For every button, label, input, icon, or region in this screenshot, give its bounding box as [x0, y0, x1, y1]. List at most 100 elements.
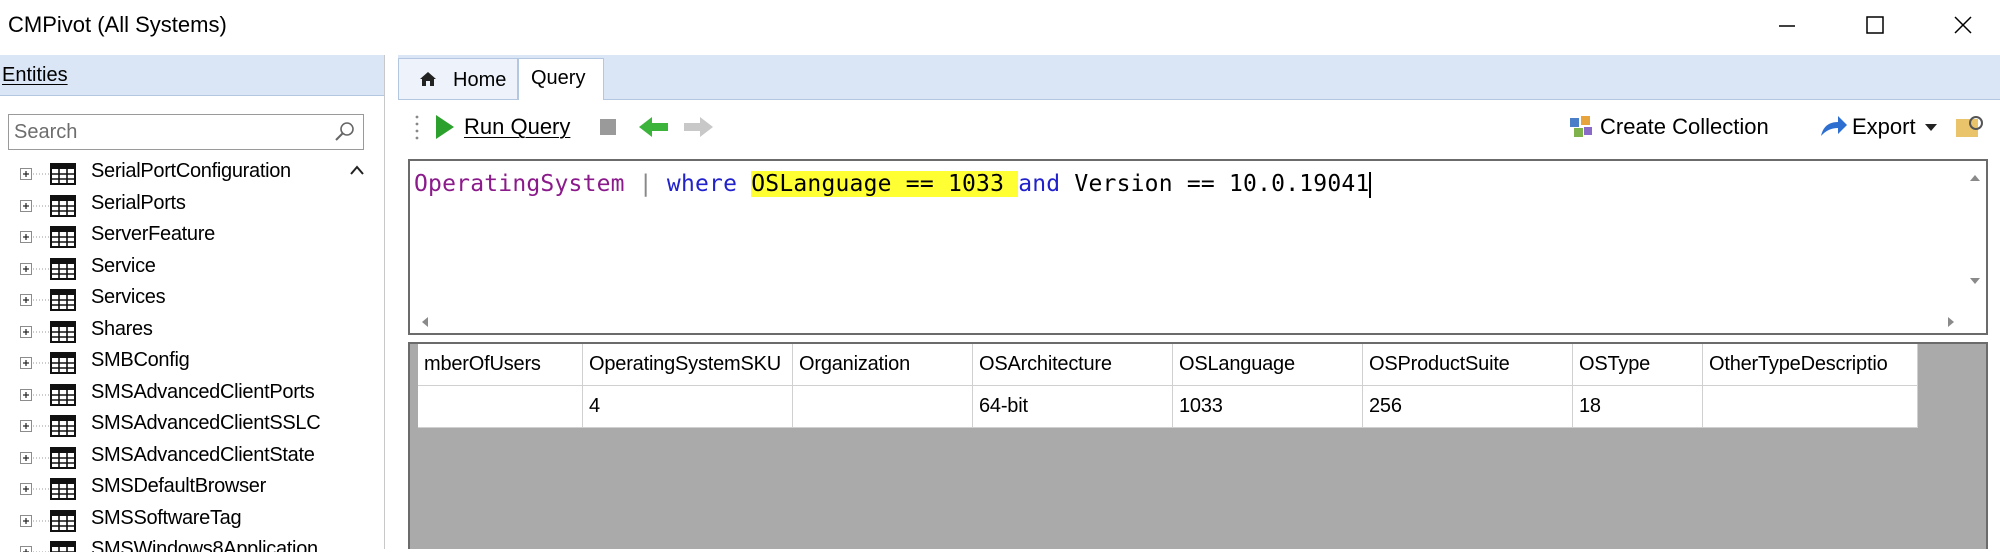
expand-icon[interactable]	[20, 229, 50, 245]
tab-home-label: Home	[453, 69, 506, 92]
grid-cell	[1703, 386, 1918, 428]
column-header[interactable]: OSType	[1573, 344, 1703, 386]
table-icon	[50, 163, 76, 185]
column-header[interactable]: OperatingSystemSKU	[583, 344, 793, 386]
expand-icon[interactable]	[20, 292, 50, 308]
column-header[interactable]: OSProductSuite	[1363, 344, 1573, 386]
scroll-right-arrow-icon[interactable]	[1946, 315, 1956, 329]
column-header[interactable]: mberOfUsers	[418, 344, 583, 386]
expand-icon[interactable]	[20, 450, 50, 466]
table-icon	[50, 226, 76, 248]
tab-home[interactable]: Home	[398, 58, 518, 99]
entities-header: Entities	[0, 55, 384, 96]
tree-item[interactable]: ServerFeature	[0, 221, 340, 252]
query-field-oslanguage: OSLanguage	[751, 171, 891, 197]
scroll-left-arrow-icon[interactable]	[420, 315, 430, 329]
column-header[interactable]: OSArchitecture	[973, 344, 1173, 386]
query-pipe: |	[639, 171, 653, 197]
query-editor[interactable]: OperatingSystem | where OSLanguage == 10…	[408, 159, 1988, 335]
tree-item[interactable]: SMSWindows8Application	[0, 536, 340, 552]
close-button[interactable]	[1928, 4, 1998, 46]
tree-item-label: Service	[91, 255, 156, 278]
table-icon	[50, 447, 76, 469]
home-icon	[419, 71, 437, 87]
tree-item[interactable]: Service	[0, 253, 340, 284]
tree-item[interactable]: SMSAdvancedClientPorts	[0, 379, 340, 410]
scroll-up-arrow-icon[interactable]	[1968, 173, 1982, 183]
expand-icon[interactable]	[20, 166, 50, 182]
search-placeholder: Search	[14, 121, 77, 144]
expand-icon[interactable]	[20, 418, 50, 434]
tab-query[interactable]: Query	[518, 58, 604, 100]
title-bar: CMPivot (All Systems)	[0, 0, 2000, 50]
scroll-down-arrow-icon[interactable]	[1968, 276, 1982, 286]
chevron-down-icon[interactable]	[1924, 122, 1938, 132]
tree-item[interactable]: SMSSoftwareTag	[0, 505, 340, 536]
table-icon	[50, 415, 76, 437]
query-tools-button[interactable]	[1954, 111, 1984, 143]
maximize-button[interactable]	[1840, 4, 1910, 46]
expand-icon[interactable]	[20, 324, 50, 340]
editor-vertical-scrollbar[interactable]	[1964, 161, 1986, 333]
query-and: and	[1018, 171, 1060, 197]
create-collection-button[interactable]: Create Collection	[1568, 111, 1769, 143]
table-icon	[50, 510, 76, 532]
table-icon	[50, 478, 76, 500]
toolbar-grip-icon[interactable]	[414, 113, 420, 141]
expand-icon[interactable]	[20, 513, 50, 529]
entity-search-input[interactable]: Search	[8, 114, 364, 150]
entities-pane: Entities Search SerialPortConfigurationS…	[0, 55, 385, 549]
tree-item[interactable]: Shares	[0, 316, 340, 347]
column-header[interactable]: Organization	[793, 344, 973, 386]
tree-item[interactable]: SerialPorts	[0, 190, 340, 221]
results-grid: mberOfUsersOperatingSystemSKUOrganizatio…	[408, 342, 1988, 549]
column-header[interactable]: OtherTypeDescriptio	[1703, 344, 1918, 386]
back-button[interactable]	[638, 111, 670, 143]
query-entity: OperatingSystem	[414, 171, 625, 197]
expand-icon[interactable]	[20, 481, 50, 497]
query-pane: Home Query Run Query Create Col	[398, 55, 2000, 549]
export-button[interactable]: Export	[1818, 111, 1938, 143]
close-icon	[1953, 15, 1973, 35]
tab-strip: Home Query	[398, 55, 2000, 100]
tree-item-label: Services	[91, 286, 165, 309]
tree-item[interactable]: Services	[0, 284, 340, 315]
query-text[interactable]: OperatingSystem | where OSLanguage == 10…	[414, 171, 1371, 198]
maximize-icon	[1865, 15, 1885, 35]
table-row[interactable]: 464-bit103325618	[418, 386, 1918, 428]
query-value-1033: 1033	[948, 171, 1004, 197]
editor-horizontal-scrollbar[interactable]	[410, 311, 1966, 333]
minimize-button[interactable]	[1752, 4, 1822, 46]
tree-item-label: SMBConfig	[91, 349, 189, 372]
folder-search-icon	[1954, 113, 1984, 141]
expand-icon[interactable]	[20, 261, 50, 277]
tree-item[interactable]: SMSAdvancedClientState	[0, 442, 340, 473]
forward-button[interactable]	[682, 111, 714, 143]
arrow-left-icon	[638, 115, 670, 139]
column-header[interactable]: OSLanguage	[1173, 344, 1363, 386]
tree-item-label: SMSWindows8Application	[91, 538, 318, 552]
query-where: where	[667, 171, 737, 197]
run-query-button[interactable]: Run Query	[434, 111, 570, 143]
table-icon	[50, 289, 76, 311]
stop-button[interactable]	[598, 111, 618, 143]
tree-item-label: SMSAdvancedClientState	[91, 444, 315, 467]
tree-item[interactable]: SMSAdvancedClientSSLC	[0, 410, 340, 441]
tree-item[interactable]: SMBConfig	[0, 347, 340, 378]
run-query-label: Run Query	[464, 114, 570, 140]
expand-icon[interactable]	[20, 387, 50, 403]
grid-cell	[793, 386, 973, 428]
create-collection-label: Create Collection	[1600, 114, 1769, 140]
table-icon	[50, 384, 76, 406]
search-icon[interactable]	[333, 120, 357, 144]
expand-icon[interactable]	[20, 544, 50, 552]
scroll-up-icon[interactable]	[348, 163, 366, 177]
grid-header-row: mberOfUsersOperatingSystemSKUOrganizatio…	[418, 344, 1918, 386]
expand-icon[interactable]	[20, 198, 50, 214]
tree-item-label: SMSAdvancedClientSSLC	[91, 412, 320, 435]
tree-item[interactable]: SMSDefaultBrowser	[0, 473, 340, 504]
expand-icon[interactable]	[20, 355, 50, 371]
table-icon	[50, 258, 76, 280]
query-field-version: Version	[1074, 171, 1172, 197]
tree-item[interactable]: SerialPortConfiguration	[0, 158, 340, 189]
